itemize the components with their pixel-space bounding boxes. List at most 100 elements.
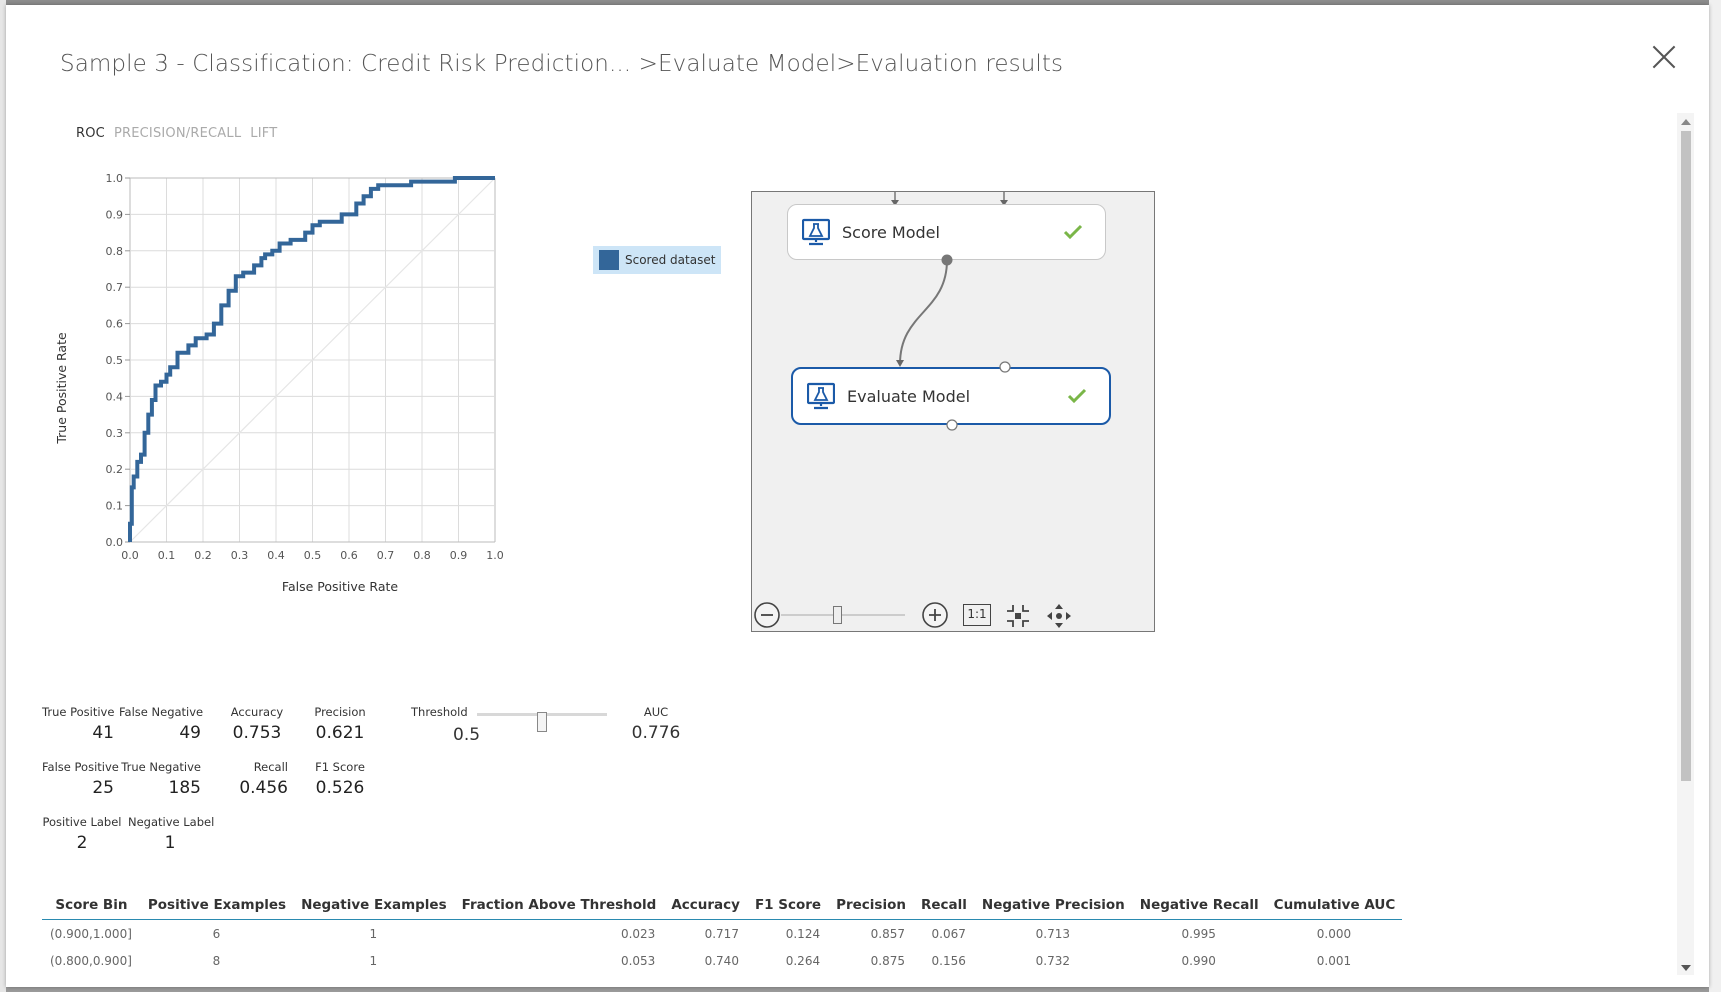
x-axis-label: False Positive Rate — [282, 579, 398, 594]
y-axis-label: True Positive Rate — [56, 332, 69, 445]
y-tick-label: 0.6 — [106, 318, 124, 331]
tab-roc[interactable]: ROC — [76, 126, 105, 141]
table-cell: 0.713 — [1035, 927, 1071, 941]
vertical-scrollbar[interactable] — [1677, 113, 1694, 975]
table-cell: 1 — [369, 954, 378, 968]
column-header[interactable]: Accuracy — [663, 891, 747, 920]
legend-item[interactable]: Scored dataset — [593, 246, 722, 274]
column-header[interactable]: Recall — [912, 891, 974, 920]
table-cell: 0.717 — [704, 927, 739, 941]
column-header[interactable]: Positive Examples — [139, 891, 294, 920]
canvas-controls: 1:1 — [752, 600, 1152, 630]
table-cell: 0.264 — [785, 954, 821, 968]
table-cell: 0.023 — [620, 927, 656, 941]
table-cell: 0.053 — [620, 954, 656, 968]
module-ports — [941, 254, 1011, 431]
legend-label: Scored dataset — [625, 253, 716, 267]
column-header[interactable]: Precision — [828, 891, 913, 920]
scroll-up-arrow-icon[interactable] — [1681, 119, 1691, 125]
threshold-slider-thumb[interactable] — [537, 712, 547, 732]
tab-lift[interactable]: LIFT — [250, 126, 277, 141]
table-cell: 8 — [212, 954, 221, 968]
metric-accuracy: Accuracy 0.753 — [230, 705, 284, 743]
table-cell: 0.000 — [1316, 927, 1352, 941]
scrollbar-thumb[interactable] — [1681, 131, 1691, 781]
score-bins-table: Score Bin Positive Examples Negative Exa… — [42, 891, 1403, 974]
y-tick-label: 0.1 — [106, 500, 124, 513]
x-tick-label: 0.9 — [450, 549, 468, 562]
metric-recall: Recall 0.456 — [239, 760, 288, 798]
fit-to-screen-icon[interactable] — [1005, 603, 1031, 629]
y-tick-label: 0.0 — [106, 536, 124, 549]
column-header[interactable]: Fraction Above Threshold — [453, 891, 664, 920]
table-cell: 0.732 — [1035, 954, 1071, 968]
table-row: (0.800,0.900] 8 1 0.053 0.740 0.264 0.87… — [42, 947, 1402, 974]
metric-false-negative: False Negative 49 — [119, 705, 204, 743]
metric-auc: AUC 0.776 — [631, 705, 681, 743]
y-tick-label: 0.2 — [106, 463, 124, 476]
threshold-slider-track[interactable] — [477, 712, 607, 732]
metric-true-negative: True Negative 185 — [121, 760, 201, 798]
column-header[interactable]: Negative Precision — [973, 891, 1132, 920]
table-header-row: Score Bin Positive Examples Negative Exa… — [42, 891, 1403, 920]
x-tick-label: 1.0 — [486, 549, 504, 562]
evaluate-input-port[interactable] — [999, 361, 1011, 373]
x-tick-label: 0.0 — [121, 549, 139, 562]
table-cell: 0.124 — [785, 927, 821, 941]
column-header[interactable]: Negative Examples — [293, 891, 454, 920]
table-cell: 0.995 — [1181, 927, 1216, 941]
column-header[interactable]: Score Bin — [42, 891, 140, 920]
threshold-label: Threshold — [411, 705, 468, 719]
roc-chart-svg: 0.0 0.1 0.2 0.3 0.4 0.5 0.6 0.7 0.8 0.9 1.0 0.0 0.1 0… — [54, 172, 504, 594]
evaluation-dialog: Sample 3 - Classification: Credit Risk P… — [6, 5, 1709, 987]
scroll-down-arrow-icon[interactable] — [1681, 965, 1691, 971]
actual-size-button[interactable]: 1:1 — [963, 604, 991, 626]
table-row: (0.900,1.000] 6 1 0.023 0.717 0.124 0.85… — [42, 920, 1402, 948]
legend-swatch — [599, 250, 619, 270]
pan-arrows-icon[interactable] — [1046, 603, 1072, 629]
metric-f1-score: F1 Score 0.526 — [315, 760, 365, 798]
x-tick-label: 0.3 — [231, 549, 249, 562]
y-tick-label: 0.4 — [106, 390, 124, 403]
y-tick-label: 0.7 — [106, 281, 124, 294]
metric-precision: Precision 0.621 — [314, 705, 366, 743]
table-cell: 0.990 — [1181, 954, 1216, 968]
metric-negative-label: Negative Label 1 — [128, 815, 215, 853]
zoom-in-icon[interactable] — [921, 601, 949, 629]
dialog-title: Sample 3 - Classification: Credit Risk P… — [60, 51, 1064, 77]
table-cell: 0.740 — [704, 954, 739, 968]
table-cell: 0.857 — [870, 927, 905, 941]
column-header[interactable]: Negative Recall — [1131, 891, 1266, 920]
column-header[interactable]: F1 Score — [746, 891, 829, 920]
x-tick-label: 0.6 — [340, 549, 358, 562]
table-cell: 0.067 — [931, 927, 966, 941]
x-tick-label: 0.1 — [158, 549, 176, 562]
metric-true-positive: True Positive 41 — [42, 705, 115, 743]
zoom-out-icon[interactable] — [753, 601, 781, 629]
evaluate-output-port[interactable] — [946, 419, 958, 431]
zoom-slider-track[interactable] — [781, 614, 905, 616]
metric-false-positive: False Positive 25 — [42, 760, 119, 798]
zoom-slider-thumb[interactable] — [832, 606, 842, 624]
chart-tabs: ROC PRECISION/RECALL LIFT — [76, 126, 277, 141]
y-tick-label: 1.0 — [106, 172, 124, 185]
y-tick-label: 0.8 — [106, 245, 124, 258]
metric-positive-label: Positive Label 2 — [42, 815, 122, 853]
table-cell: 0.156 — [931, 954, 966, 968]
tab-precision-recall[interactable]: PRECISION/RECALL — [114, 126, 241, 141]
close-icon[interactable] — [1646, 41, 1682, 77]
background-right-panel — [1709, 0, 1721, 992]
threshold-value: 0.5 — [453, 725, 481, 745]
table-cell: (0.900,1.000] — [50, 927, 132, 941]
x-tick-label: 0.4 — [267, 549, 285, 562]
score-output-port[interactable] — [941, 254, 953, 266]
table-cell: 0.001 — [1316, 954, 1352, 968]
table-cell: 6 — [212, 927, 221, 941]
y-tick-label: 0.5 — [106, 354, 124, 367]
column-header[interactable]: Cumulative AUC — [1265, 891, 1403, 920]
table-cell: (0.800,0.900] — [50, 954, 132, 968]
experiment-canvas[interactable]: Score Model Evaluate Model 1:1 — [751, 191, 1155, 632]
table-cell: 0.875 — [870, 954, 905, 968]
y-tick-label: 0.9 — [106, 208, 124, 221]
roc-chart: 0.0 0.1 0.2 0.3 0.4 0.5 0.6 0.7 0.8 0.9 1.0 0.0 0.1 0… — [54, 170, 576, 670]
